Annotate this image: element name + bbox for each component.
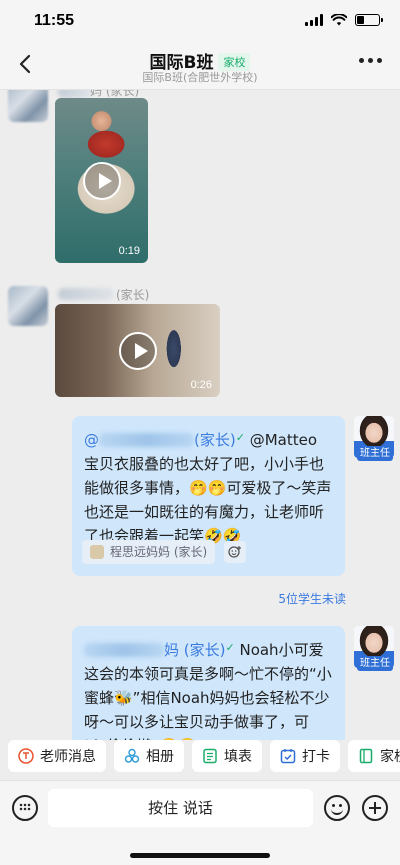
- message-bubble[interactable]: @ (家长)✓ @Matteo 宝贝衣服叠的也太好了吧，小小手也能做很多事情，🤭🤭…: [72, 416, 345, 576]
- chip-label: 老师消息: [40, 749, 96, 765]
- redacted-name: [99, 433, 194, 447]
- avatar[interactable]: [8, 90, 48, 122]
- battery-icon: [355, 14, 383, 26]
- chat-subtitle: 国际B班(合肥世外学校): [142, 71, 258, 84]
- chat-header: 国际B班 家校 国际B班(合肥世外学校): [0, 44, 400, 90]
- video-message[interactable]: 0:26: [55, 304, 220, 397]
- album-icon: [124, 748, 140, 763]
- redacted-name: [58, 288, 114, 300]
- quote-avatar-icon: [90, 545, 104, 559]
- chip-label: 相册: [146, 749, 174, 765]
- message-text: 妈 (家长)✓ Noah小可爱这会的本领可真是多啊～忙不停的“小蜜蜂🐝”相信No…: [84, 636, 333, 740]
- mention-role: 妈 (家长): [164, 641, 226, 659]
- checkin-icon: [280, 749, 296, 764]
- teacher-message-button[interactable]: 老师消息: [8, 740, 106, 772]
- chip-label: 家校本: [380, 749, 400, 765]
- form-icon: [203, 748, 217, 764]
- video-duration: 0:19: [118, 245, 140, 257]
- status-time: 11:55: [34, 12, 75, 29]
- quick-actions-bar: 老师消息 相册 填表 打卡 家校本: [0, 740, 400, 780]
- checkin-button[interactable]: 打卡: [270, 740, 340, 772]
- teacher-message-icon: [18, 748, 34, 764]
- avatar[interactable]: [8, 286, 48, 326]
- input-bar: 按住 说话: [0, 780, 400, 865]
- play-icon[interactable]: [82, 161, 121, 200]
- mention-role: (家长): [194, 431, 236, 449]
- album-button[interactable]: 相册: [114, 740, 184, 772]
- plus-icon[interactable]: [362, 795, 388, 821]
- role-badge: 班主任: [357, 656, 393, 671]
- message-text: @ (家长)✓ @Matteo 宝贝衣服叠的也太好了吧，小小手也能做很多事情，🤭🤭…: [84, 426, 333, 548]
- redacted-name: [84, 643, 164, 657]
- chip-label: 填表: [224, 749, 252, 765]
- status-bar: 11:55: [0, 0, 400, 44]
- video-duration: 0:26: [190, 379, 212, 391]
- add-reaction-icon[interactable]: [224, 541, 246, 563]
- sender-name: (家长): [116, 288, 150, 302]
- notebook-icon: [359, 748, 373, 764]
- message-list[interactable]: 妈 (家长) 0:19 (家长) 0:26 班主任 @ (家长)✓ @Matteo…: [0, 90, 400, 740]
- quoted-reply[interactable]: 程思远妈妈 (家长): [82, 540, 216, 564]
- home-indicator: [130, 853, 270, 858]
- notebook-button[interactable]: 家校本: [348, 740, 400, 772]
- hold-to-talk-button[interactable]: 按住 说话: [48, 789, 313, 827]
- unread-count[interactable]: 5位学生未读: [278, 590, 346, 607]
- verified-icon: ✓: [235, 431, 245, 444]
- form-button[interactable]: 填表: [192, 740, 262, 772]
- status-icons: [305, 14, 383, 26]
- redacted-name: [58, 90, 92, 98]
- chip-label: 打卡: [302, 749, 330, 765]
- signal-icon: [305, 14, 323, 26]
- play-icon[interactable]: [118, 331, 157, 370]
- quoted-sender: 程思远妈妈 (家长): [110, 545, 208, 559]
- role-badge: 班主任: [357, 446, 393, 461]
- wifi-icon: [331, 14, 347, 26]
- mention-prefix: @: [84, 431, 99, 449]
- message-bubble[interactable]: 妈 (家长)✓ Noah小可爱这会的本领可真是多啊～忙不停的“小蜜蜂🐝”相信No…: [72, 626, 345, 740]
- more-options-icon[interactable]: [359, 58, 382, 63]
- verified-icon: ✓: [225, 641, 235, 654]
- emoji-icon[interactable]: [324, 795, 350, 821]
- keyboard-icon[interactable]: [12, 795, 38, 821]
- video-message[interactable]: 0:19: [55, 98, 148, 263]
